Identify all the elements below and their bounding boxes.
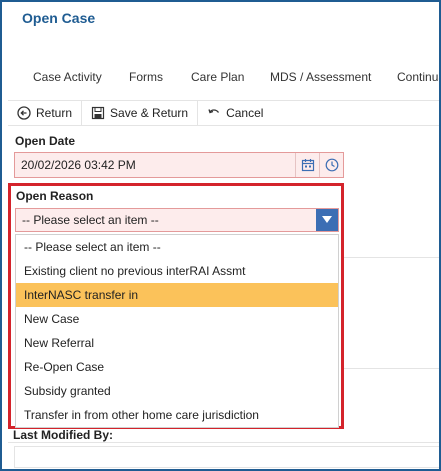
tab-mds-assessment[interactable]: MDS / Assessment [270,70,371,84]
open-date-value[interactable]: 20/02/2026 03:42 PM [15,158,295,172]
tab-continua[interactable]: Continua [397,70,439,84]
open-date-field[interactable]: 20/02/2026 03:42 PM [14,152,344,178]
divider [344,368,439,369]
tab-bar: Case Activity Forms Care Plan MDS / Asse… [2,64,439,94]
divider [344,257,439,258]
open-reason-select[interactable]: -- Please select an item -- [15,208,339,232]
save-return-label: Save & Return [110,106,189,120]
option-new-referral[interactable]: New Referral [16,331,338,355]
clock-icon[interactable] [319,153,343,177]
open-reason-selected-value: -- Please select an item -- [22,213,159,227]
return-label: Return [36,106,73,120]
open-date-label: Open Date [15,134,76,148]
page-title: Open Case [22,10,96,26]
option-re-open-case[interactable]: Re-Open Case [16,355,338,379]
last-modified-field [14,446,439,468]
option-existing-client[interactable]: Existing client no previous interRAI Ass… [16,259,338,283]
option-subsidy-granted[interactable]: Subsidy granted [16,379,338,403]
open-reason-options-list: -- Please select an item -- Existing cli… [15,234,339,428]
chevron-down-icon[interactable] [316,209,338,231]
option-internasc-transfer-in[interactable]: InterNASC transfer in [16,283,338,307]
tab-case-activity[interactable]: Case Activity [33,70,102,84]
action-toolbar: Return Save & Return Cancel [8,100,439,126]
open-reason-label: Open Reason [16,189,94,203]
divider [8,442,439,443]
calendar-icon[interactable] [295,153,319,177]
cancel-button[interactable]: Cancel [198,101,272,125]
option-new-case[interactable]: New Case [16,307,338,331]
return-button[interactable]: Return [8,101,83,125]
last-modified-label: Last Modified By: [13,428,114,442]
open-reason-highlight-box: Open Reason -- Please select an item -- … [8,183,344,429]
option-please-select[interactable]: -- Please select an item -- [16,235,338,259]
open-case-window: Open Case Case Activity Forms Care Plan … [0,0,441,471]
save-icon [91,106,105,120]
option-transfer-in-other-jurisdiction[interactable]: Transfer in from other home care jurisdi… [16,403,338,427]
return-icon [17,106,31,120]
undo-icon [207,106,221,120]
cancel-label: Cancel [226,106,264,120]
tab-forms[interactable]: Forms [129,70,163,84]
save-return-button[interactable]: Save & Return [82,101,199,125]
tab-care-plan[interactable]: Care Plan [191,70,244,84]
